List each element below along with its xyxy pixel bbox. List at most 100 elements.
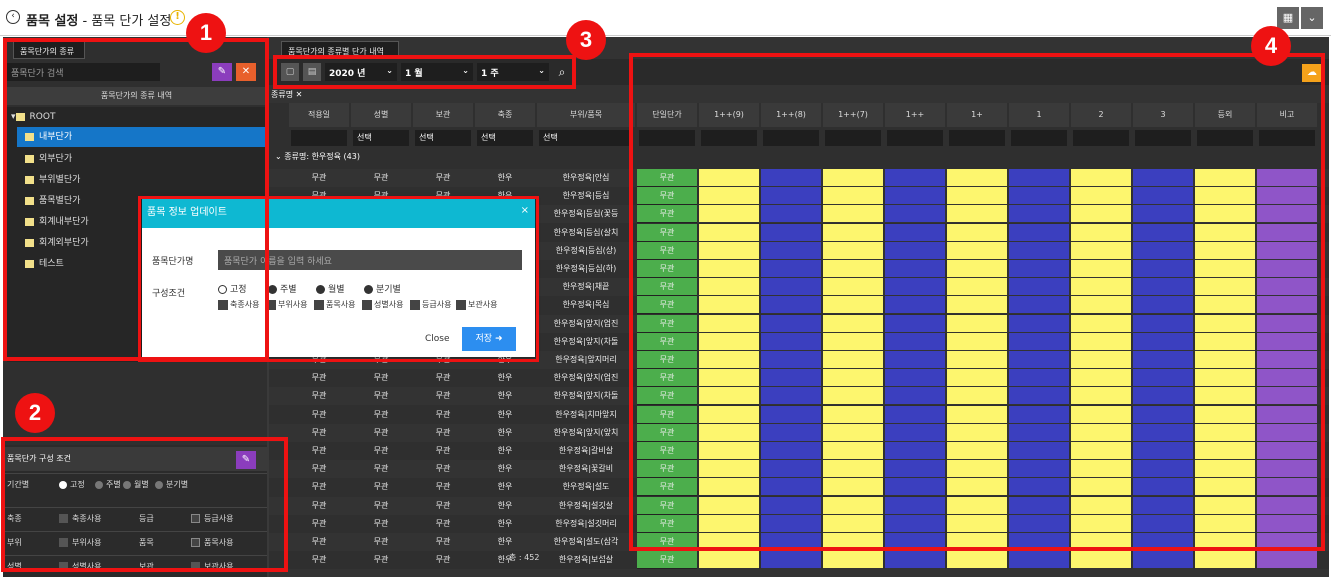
table-cell: 무관 xyxy=(373,482,389,492)
grade-cell[interactable] xyxy=(1195,551,1255,570)
badge-2: 2 xyxy=(15,393,55,433)
warning-icon[interactable]: ! xyxy=(170,10,185,25)
table-cell: 무관 xyxy=(435,391,451,401)
table-cell: 한우정육|앞지(앞치 xyxy=(553,427,619,437)
badge-1: 1 xyxy=(186,13,226,53)
table-cell: 한우정육|안심 xyxy=(562,173,610,182)
table-cell: 무관 xyxy=(373,464,389,474)
table-cell: 무관 xyxy=(373,391,389,401)
table-cell: 무관 xyxy=(435,464,451,474)
table-cell: 한우 xyxy=(497,409,513,419)
badge-4: 4 xyxy=(1251,26,1291,66)
table-cell: 무관 xyxy=(373,446,389,455)
table-cell: 무관 xyxy=(435,427,451,437)
column-header[interactable]: 적용일 xyxy=(289,103,349,127)
table-cell: 무관 xyxy=(435,518,451,528)
grid-view-icon[interactable]: ▦ xyxy=(1277,7,1299,29)
table-cell: 한우정육|목심 xyxy=(562,300,610,310)
grade-cell[interactable] xyxy=(947,551,1007,570)
table-cell: 한우정육|치마앞지 xyxy=(555,409,617,419)
table-cell: 한우정육|등심(꽃등 xyxy=(553,209,619,219)
filter-select[interactable]: 선택 xyxy=(415,130,471,146)
column-header[interactable]: 성별 xyxy=(351,103,411,127)
highlight-box xyxy=(1,437,288,572)
table-cell: 한우 xyxy=(497,427,513,437)
grade-cell[interactable] xyxy=(823,551,883,570)
filter-input[interactable] xyxy=(291,130,347,146)
table-cell: 한우정육|등심(상) xyxy=(555,245,617,255)
table-cell: 무관 xyxy=(373,518,389,528)
highlight-box xyxy=(138,196,539,362)
grade-cell[interactable] xyxy=(1257,551,1317,570)
table-cell: 무관 xyxy=(311,518,327,528)
table-cell: 한우정육|설도(삼각 xyxy=(553,537,619,546)
table-cell: 무관 xyxy=(373,537,389,546)
table-cell: 무관 xyxy=(373,555,389,565)
badge-3: 3 xyxy=(566,20,606,60)
table-cell: 한우정육|등심(살치 xyxy=(553,227,619,237)
table-cell: 한우정육|갈비살 xyxy=(558,446,614,455)
table-cell: 무관 xyxy=(311,464,327,474)
grade-cell[interactable] xyxy=(1009,551,1069,570)
table-cell: 한우정육|설깃머리 xyxy=(555,518,617,528)
grade-cell[interactable] xyxy=(885,551,945,570)
table-cell: 무관 xyxy=(311,409,327,419)
filter-select[interactable]: 선택 xyxy=(353,130,409,146)
table-cell: 한우 xyxy=(497,537,513,546)
table-cell: 한우 xyxy=(497,518,513,528)
table-cell: 무관 xyxy=(311,373,327,383)
table-cell: 한우정육|설깃살 xyxy=(558,500,614,510)
table-cell: 무관 xyxy=(435,409,451,419)
table-cell: 한우정육|등심 xyxy=(562,191,610,201)
table-cell: 한우정육|등심(하) xyxy=(555,264,617,273)
table-cell: 무관 xyxy=(435,373,451,383)
table-cell: 무관 xyxy=(435,537,451,546)
total-count: 총 : 452 xyxy=(509,553,540,562)
table-row[interactable]: 무관 무관 무관 한우 한우정육|보섭살 무관 xyxy=(269,551,1329,570)
table-cell: 무관 xyxy=(311,391,327,401)
table-cell: 무관 xyxy=(311,537,327,546)
chevron-down-icon[interactable]: ⌄ xyxy=(1301,7,1323,29)
table-cell: 무관 xyxy=(373,427,389,437)
page-title: 품목 설정 - 품목 단가 설정 xyxy=(26,14,172,29)
grade-cell[interactable] xyxy=(699,551,759,570)
column-header[interactable]: 보관 xyxy=(413,103,473,127)
grade-cell[interactable] xyxy=(1133,551,1193,570)
group-header[interactable]: ⌄ 종류명: 한우정육 (43) xyxy=(275,151,360,162)
table-cell: 한우정육|꽃갈비 xyxy=(558,464,614,474)
table-cell: 무관 xyxy=(311,555,327,565)
table-cell: 무관 xyxy=(373,373,389,383)
table-cell: 무관 xyxy=(311,427,327,437)
column-header[interactable]: 축종 xyxy=(475,103,535,127)
back-icon[interactable]: ‹ xyxy=(6,10,20,24)
table-cell: 한우정육|보섭살 xyxy=(558,555,614,565)
column-header[interactable]: 부위/품목 xyxy=(537,103,635,127)
table-cell: 한우정육|앞지(차돌 xyxy=(553,336,619,346)
table-cell: 무관 xyxy=(311,500,327,510)
table-cell: 한우 xyxy=(497,500,513,510)
grade-cell[interactable] xyxy=(1071,551,1131,570)
table-cell: 무관 xyxy=(435,482,451,492)
table-cell: 한우 xyxy=(497,482,513,492)
filter-select[interactable]: 선택 xyxy=(477,130,533,146)
table-cell: 한우 xyxy=(497,173,513,182)
table-cell: 무관 xyxy=(373,409,389,419)
grade-cell[interactable] xyxy=(761,551,821,570)
table-cell: 한우 xyxy=(497,373,513,383)
table-cell: 무관 xyxy=(435,555,451,565)
table-cell: 한우 xyxy=(497,391,513,401)
table-cell: 한우정육|설도 xyxy=(562,482,610,492)
table-cell: 무관 xyxy=(373,173,389,182)
filter-select[interactable]: 선택 xyxy=(539,130,633,146)
table-cell: 한우정육|채끝 xyxy=(562,282,610,292)
table-cell: 무관 xyxy=(435,173,451,182)
table-cell: 무관 xyxy=(435,500,451,510)
table-cell: 한우 xyxy=(497,464,513,474)
table-cell: 무관 xyxy=(311,173,327,182)
table-cell: 한우정육|앞지(업진 xyxy=(553,373,619,383)
table-cell: 한우정육|앞지(차돌 xyxy=(553,391,619,401)
table-cell: 무관 xyxy=(373,500,389,510)
table-cell: 무관 xyxy=(435,446,451,455)
table-cell: 한우정육|앞지(업진 xyxy=(553,318,619,328)
group-tag[interactable]: 종류명 ✕ xyxy=(271,89,302,100)
